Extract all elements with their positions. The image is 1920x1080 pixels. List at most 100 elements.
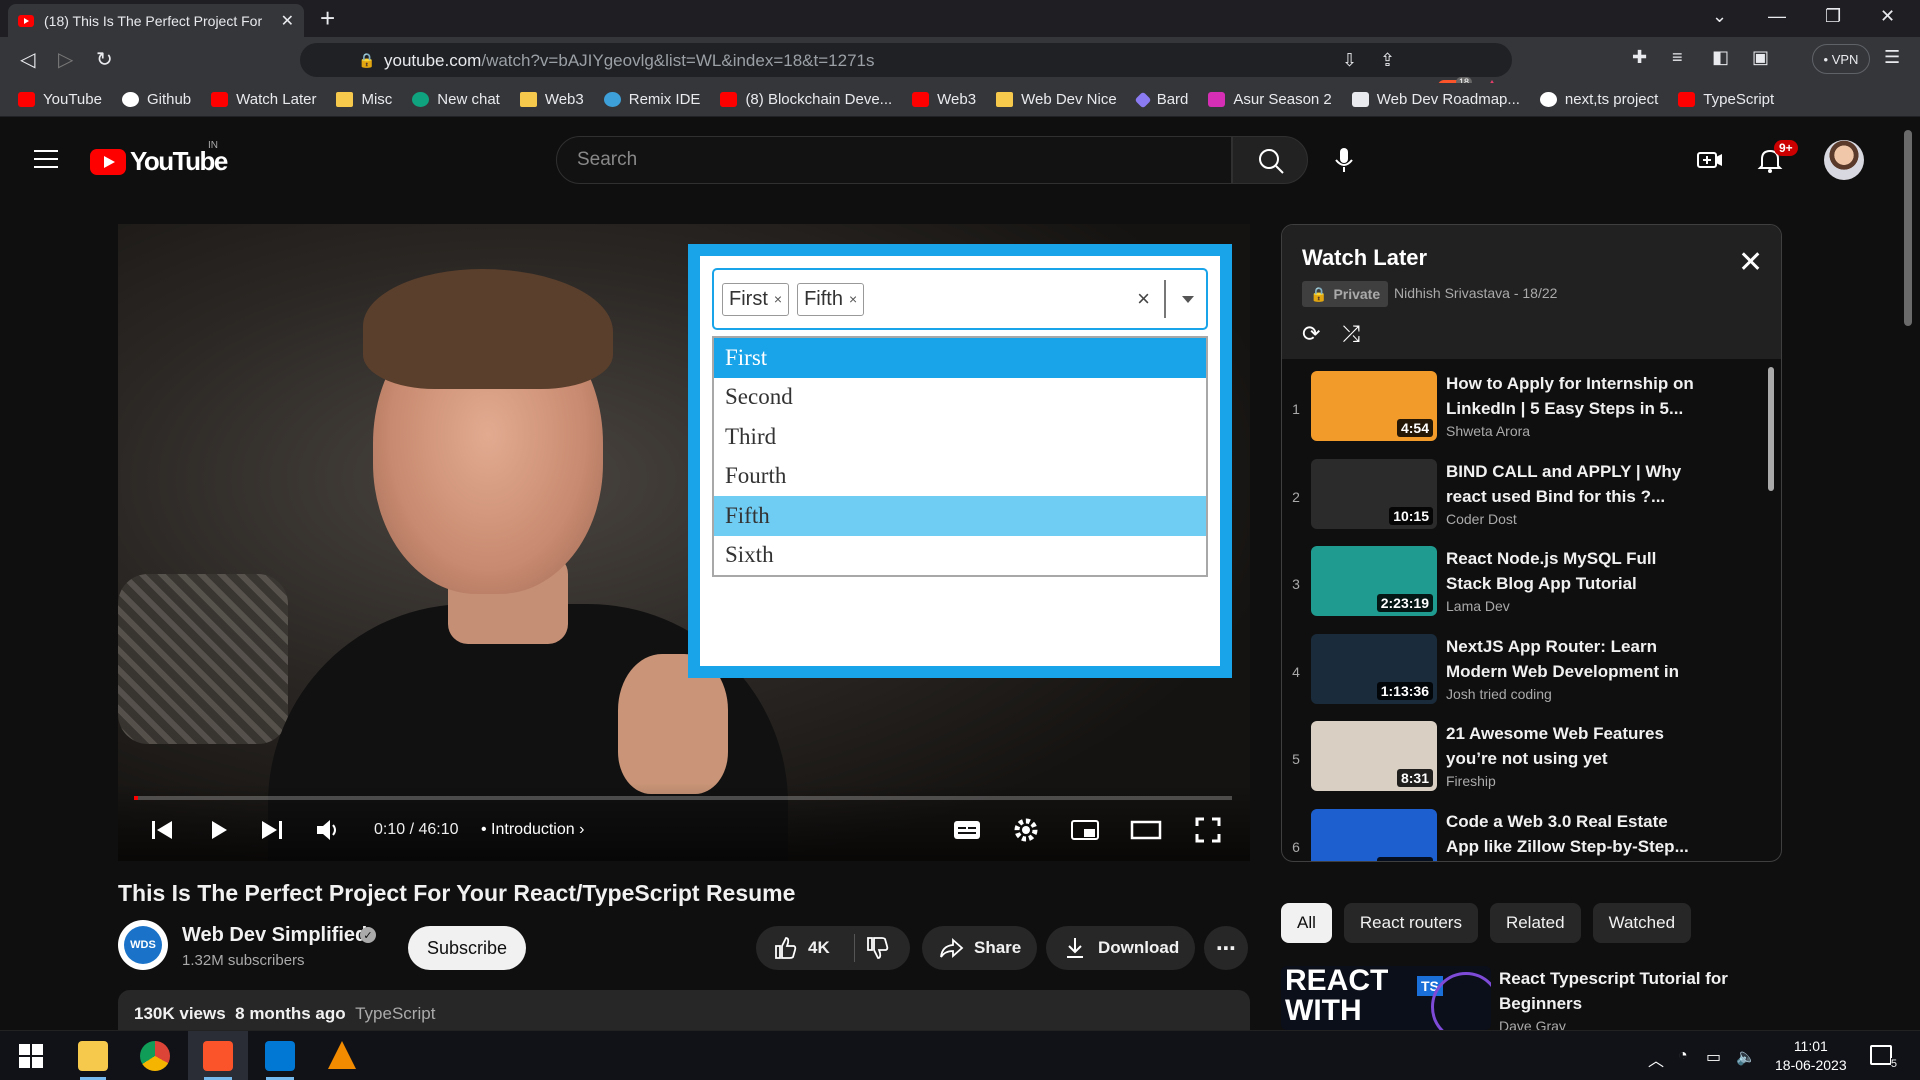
video-thumbnail[interactable]: 2:36:51 [1311, 808, 1437, 861]
address-bar[interactable]: 🔒 youtube.com/watch?v=bAJIYgeovlg&list=W… [300, 43, 1512, 77]
video-thumbnail[interactable]: 8:31 [1311, 721, 1437, 791]
account-avatar[interactable] [1824, 140, 1864, 180]
bookmark-item[interactable]: Web3 [519, 91, 584, 108]
bookmark-item[interactable]: Web Dev Roadmap... [1351, 91, 1520, 108]
playlist-item[interactable]: 2 10:15 BIND CALL and APPLY | Why react … [1282, 455, 1768, 543]
video-tag[interactable]: TypeScript [355, 1004, 435, 1023]
tab-close-icon[interactable]: ✕ [281, 11, 294, 31]
bookmark-item[interactable]: Misc [336, 91, 392, 108]
bookmark-item[interactable]: Bard [1134, 91, 1188, 108]
extensions-icon[interactable]: ✚ [1632, 47, 1647, 68]
thumbs-down-icon[interactable] [864, 935, 890, 961]
voice-search-button[interactable] [1324, 140, 1364, 180]
sidebar-icon[interactable]: ◧ [1712, 47, 1729, 68]
search-input[interactable]: Search [556, 136, 1232, 184]
taskbar-clock[interactable]: 11:01 18-06-2023 [1775, 1037, 1847, 1075]
previous-icon[interactable] [148, 816, 176, 844]
bookmark-item[interactable]: TypeScript [1678, 91, 1774, 108]
forward-icon[interactable]: ▷ [58, 47, 73, 72]
playlist-icon[interactable]: ≡ [1672, 47, 1683, 68]
playlist-video-title[interactable]: Code a Web 3.0 Real Estate App like Zill… [1446, 809, 1696, 859]
volume-icon[interactable] [314, 816, 342, 844]
filter-chip[interactable]: Related [1489, 903, 1581, 943]
bookmark-item[interactable]: Web3 [912, 91, 976, 108]
brave-icon[interactable] [203, 1041, 233, 1071]
download-button[interactable]: Download [1046, 926, 1196, 970]
restore-icon[interactable]: ❐ [1825, 6, 1841, 27]
playlist-item[interactable]: 4 1:13:36 NextJS App Router: Learn Moder… [1282, 630, 1768, 718]
playlist-video-title[interactable]: How to Apply for Internship on LinkedIn … [1446, 371, 1696, 421]
page-scrollbar[interactable] [1904, 130, 1912, 326]
play-icon[interactable] [204, 816, 232, 844]
search-button[interactable] [1232, 136, 1308, 184]
related-video[interactable]: REACT WITH TS React Typescript Tutorial … [1281, 966, 1782, 1030]
tray-chevron-icon[interactable]: ︿ [1648, 1047, 1664, 1071]
file-explorer-icon[interactable] [78, 1041, 108, 1071]
playlist-title[interactable]: Watch Later [1302, 245, 1427, 271]
bookmark-item[interactable]: Remix IDE [603, 91, 700, 108]
description-box[interactable]: 130K views 8 months ago TypeScript [118, 990, 1250, 1030]
hamburger-menu-icon[interactable] [34, 150, 58, 174]
menu-icon[interactable]: ☰ [1884, 47, 1900, 68]
new-tab-icon[interactable]: + [320, 3, 335, 34]
share-icon[interactable]: ⇪ [1380, 50, 1395, 71]
install-app-icon[interactable]: ⇩ [1342, 50, 1357, 71]
video-thumbnail[interactable]: 4:54 [1311, 371, 1437, 441]
filter-chip[interactable]: All [1281, 903, 1332, 943]
miniplayer-icon[interactable] [1070, 816, 1100, 844]
battery-icon[interactable]: ▭ [1706, 1047, 1721, 1067]
playlist-item[interactable]: 3 2:23:19 React Node.js MySQL Full Stack… [1282, 542, 1768, 630]
share-button[interactable]: Share [922, 926, 1038, 970]
progress-bar[interactable] [134, 796, 1232, 800]
notification-center-icon[interactable]: 5 [1870, 1045, 1897, 1070]
like-button[interactable]: 4K [756, 926, 910, 970]
create-video-icon[interactable] [1696, 146, 1724, 174]
vscode-icon[interactable] [265, 1041, 295, 1071]
more-actions-button[interactable]: ⋯ [1204, 926, 1248, 970]
reload-icon[interactable]: ↻ [96, 47, 113, 72]
bookmark-item[interactable]: Web Dev Nice [996, 91, 1117, 108]
bookmark-item[interactable]: New chat [412, 91, 500, 108]
channel-name[interactable]: Web Dev Simplified [182, 924, 367, 947]
back-icon[interactable]: ◁ [20, 47, 35, 72]
next-icon[interactable] [258, 816, 286, 844]
minimize-icon[interactable]: — [1768, 6, 1786, 27]
playlist-item[interactable]: 1 4:54 How to Apply for Internship on Li… [1282, 367, 1768, 455]
related-thumbnail[interactable]: REACT WITH TS [1281, 966, 1491, 1030]
vlc-icon[interactable] [328, 1041, 356, 1069]
vpn-button[interactable]: • VPN [1812, 44, 1870, 74]
subscribe-button[interactable]: Subscribe [408, 926, 526, 970]
chrome-icon[interactable] [140, 1041, 170, 1071]
bookmark-item[interactable]: (8) Blockchain Deve... [720, 91, 892, 108]
playlist-item[interactable]: 5 8:31 21 Awesome Web Features you’re no… [1282, 717, 1768, 805]
playlist-video-title[interactable]: 21 Awesome Web Features you’re not using… [1446, 721, 1696, 771]
close-icon[interactable]: ✕ [1738, 245, 1763, 280]
video-thumbnail[interactable]: 2:23:19 [1311, 546, 1437, 616]
subtitles-icon[interactable] [952, 816, 982, 844]
playlist-item[interactable]: 6 2:36:51 Code a Web 3.0 Real Estate App… [1282, 805, 1768, 861]
tab-search-chevron-icon[interactable]: ⌄ [1712, 6, 1727, 27]
window-close-icon[interactable]: ✕ [1880, 6, 1895, 27]
youtube-logo[interactable]: YouTube [90, 146, 228, 177]
bookmark-item[interactable]: YouTube [18, 91, 102, 108]
theater-mode-icon[interactable] [1130, 816, 1162, 844]
bookmark-item[interactable]: Github [121, 91, 191, 108]
shuffle-icon[interactable]: ⤮ [1342, 321, 1360, 347]
loop-icon[interactable]: ⟳ [1302, 321, 1320, 347]
video-player[interactable]: First × Fifth × × First Second Third Fourt… [118, 224, 1250, 861]
playlist-video-title[interactable]: React Node.js MySQL Full Stack Blog App … [1446, 546, 1696, 596]
filter-chip[interactable]: React routers [1343, 903, 1478, 943]
chapter-button[interactable]: • Introduction › [481, 821, 584, 839]
fullscreen-icon[interactable] [1194, 816, 1222, 844]
related-title[interactable]: React Typescript Tutorial for Beginners [1499, 966, 1759, 1016]
bookmark-item[interactable]: next,ts project [1539, 91, 1658, 108]
volume-tray-icon[interactable]: 🔈 [1736, 1047, 1756, 1067]
browser-tab-active[interactable]: (18) This Is The Perfect Project For ✕ [8, 4, 304, 37]
playlist-scrollbar[interactable] [1768, 367, 1774, 491]
settings-gear-icon[interactable] [1012, 816, 1040, 844]
playlist-video-title[interactable]: BIND CALL and APPLY | Why react used Bin… [1446, 459, 1696, 509]
wifi-icon[interactable]: ◔ [1678, 1047, 1688, 1065]
channel-avatar[interactable]: WDS [118, 920, 168, 970]
bookmark-item[interactable]: Watch Later [211, 91, 316, 108]
filter-chip[interactable]: Watched [1592, 903, 1692, 943]
